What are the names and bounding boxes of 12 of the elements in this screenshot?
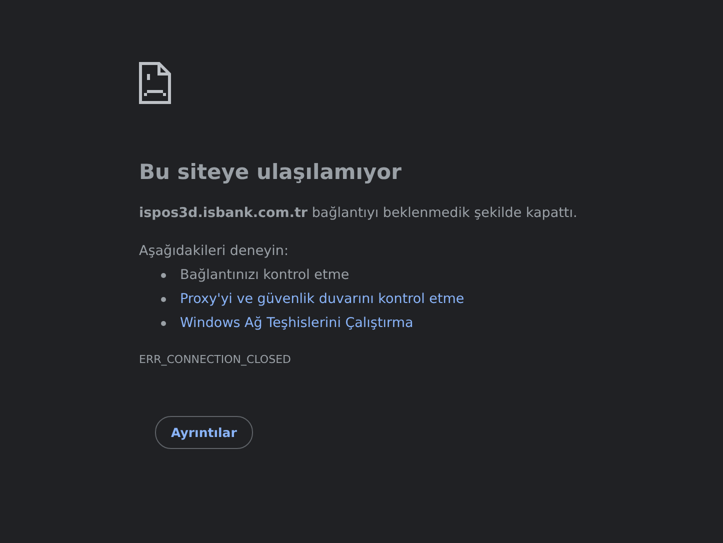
- details-button[interactable]: Ayrıntılar: [155, 416, 253, 449]
- error-code: ERR_CONNECTION_CLOSED: [139, 353, 292, 367]
- suggestion-text: Bağlantınızı kontrol etme: [180, 267, 350, 283]
- bullet-icon: [161, 272, 166, 278]
- error-message: ispos3d.isbank.com.tr bağlantıyı beklenmedik şekilde kapattı.: [139, 204, 578, 223]
- suggestion-link[interactable]: Windows Ağ Teşhislerini Çalıştırma: [180, 315, 414, 331]
- bullet-icon: [161, 320, 166, 326]
- sad-page-icon: [139, 62, 171, 104]
- suggestions-title: Aşağıdakileri deneyin:: [139, 242, 290, 261]
- bullet-icon: [161, 296, 166, 302]
- suggestion-link[interactable]: Proxy'yi ve güvenlik duvarını kontrol etme: [180, 291, 464, 307]
- error-heading: Bu siteye ulaşılamıyor: [139, 159, 402, 186]
